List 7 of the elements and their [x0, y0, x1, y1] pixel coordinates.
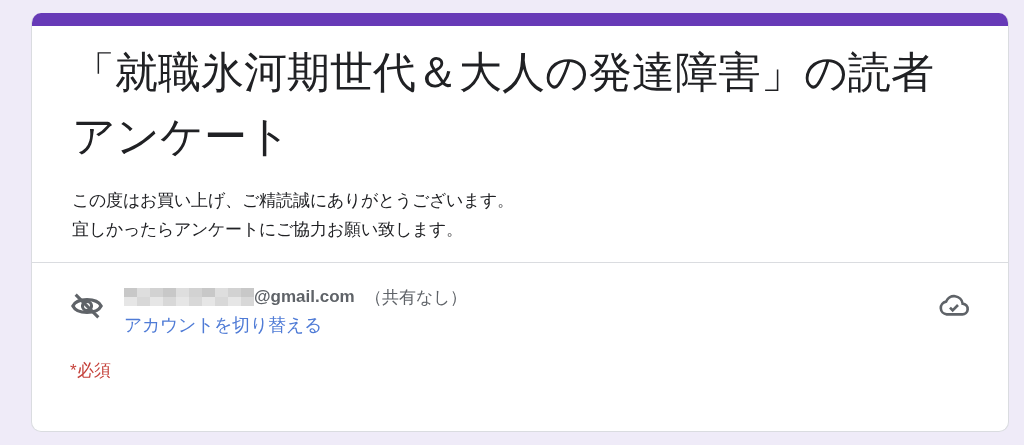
form-title: 「就職氷河期世代＆大人の発達障害」の読者アンケート — [72, 47, 935, 162]
account-email: @gmail.com — [254, 287, 355, 307]
required-note: *必須 — [69, 360, 112, 382]
switch-account-link[interactable]: アカウントを切り替える — [124, 315, 322, 335]
form-description: 宜しかったらアンケートにご協力お願い致します。 — [72, 219, 464, 240]
sharing-status: （共有なし） — [364, 286, 467, 309]
form-description: この度はお買い上げ、ご精読誠にありがとうございます。 — [72, 190, 515, 211]
